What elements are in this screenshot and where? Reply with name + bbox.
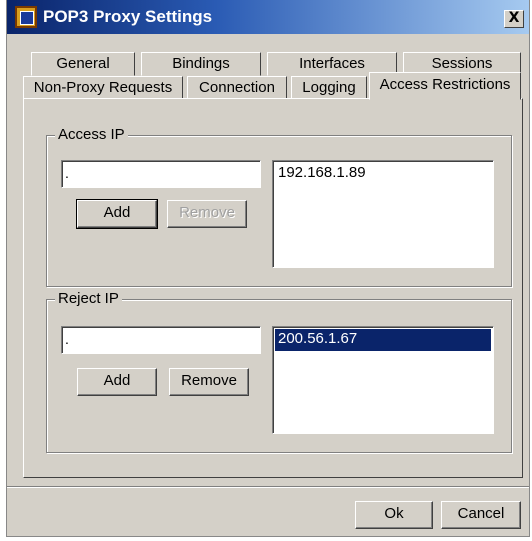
reject-ip-group-label: Reject IP: [55, 290, 122, 307]
tab-non-proxy-requests[interactable]: Non-Proxy Requests: [23, 76, 183, 100]
footer-separator: [7, 486, 529, 488]
title-bar[interactable]: POP3 Proxy Settings X: [7, 0, 529, 34]
tab-connection[interactable]: Connection: [187, 76, 287, 100]
close-button[interactable]: X: [504, 10, 524, 28]
list-item[interactable]: 192.168.1.89: [275, 163, 491, 185]
tab-access-restrictions[interactable]: Access Restrictions: [369, 72, 521, 100]
access-ip-group: Access IP . Add Remove 192.168.1.89: [46, 126, 512, 287]
access-ip-input[interactable]: .: [61, 160, 261, 188]
reject-ip-list[interactable]: 200.56.1.67: [272, 326, 494, 434]
tab-panel-access-restrictions: Access IP . Add Remove 192.168.1.89 Reje…: [23, 98, 523, 478]
access-ip-add-button[interactable]: Add: [76, 199, 158, 229]
reject-ip-add-button[interactable]: Add: [77, 368, 157, 396]
tab-logging[interactable]: Logging: [291, 76, 367, 100]
app-icon: [15, 6, 37, 28]
tab-general[interactable]: General: [31, 52, 135, 76]
tab-bindings[interactable]: Bindings: [141, 52, 261, 76]
pop3-proxy-settings-dialog: POP3 Proxy Settings X General Bindings I…: [6, 0, 530, 537]
list-item-selected[interactable]: 200.56.1.67: [275, 329, 491, 351]
ok-button[interactable]: Ok: [355, 501, 433, 529]
access-ip-list[interactable]: 192.168.1.89: [272, 160, 494, 268]
window-title: POP3 Proxy Settings: [43, 7, 213, 26]
reject-ip-input[interactable]: .: [61, 326, 261, 354]
access-ip-remove-button[interactable]: Remove: [167, 200, 247, 228]
cancel-button[interactable]: Cancel: [441, 501, 521, 529]
access-ip-group-label: Access IP: [55, 126, 128, 143]
reject-ip-remove-button[interactable]: Remove: [169, 368, 249, 396]
reject-ip-group: Reject IP . Add Remove 200.56.1.67: [46, 290, 512, 453]
